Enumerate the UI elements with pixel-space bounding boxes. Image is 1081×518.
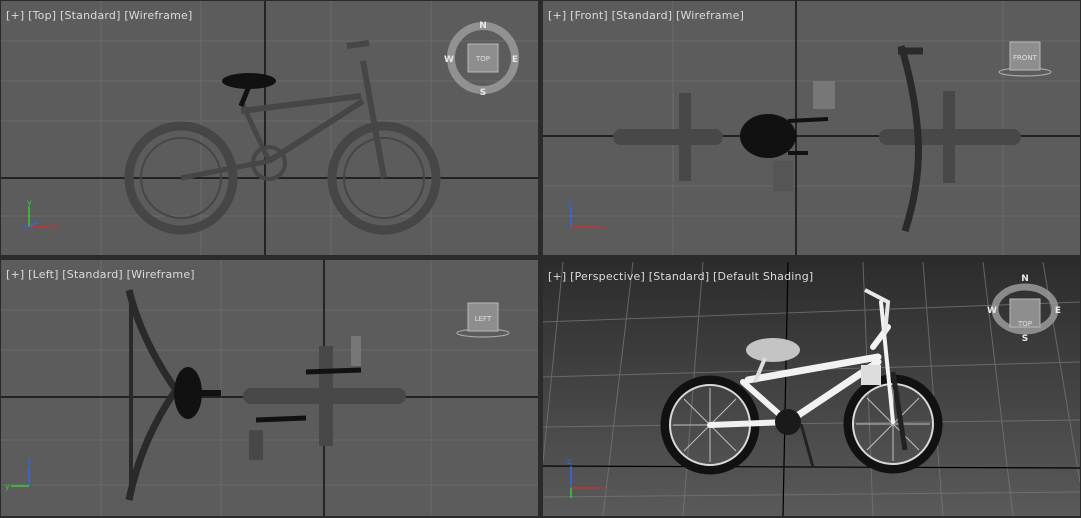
viewport-menu-front: [+] [Front] [Standard] [Wireframe] <box>548 9 744 22</box>
viewport-menu-top: [+] [Top] [Standard] [Wireframe] <box>6 9 192 22</box>
svg-text:z: z <box>567 457 571 466</box>
viewport-perspective-canvas[interactable]: TOP N S E W z x <box>543 262 1080 516</box>
svg-text:y: y <box>27 198 32 207</box>
viewport-left[interactable]: LEFT z y [+] [Left] [Standard] [Wirefram… <box>1 260 538 516</box>
viewport-perspective[interactable]: TOP N S E W z x [+] [Perspective] [Stand… <box>543 262 1080 516</box>
svg-text:S: S <box>1022 334 1028 344</box>
viewcube-top-face: TOP <box>1017 320 1032 328</box>
viewport-menu-perspective: [+] [Perspective] [Standard] [Default Sh… <box>548 270 813 283</box>
svg-text:z: z <box>23 223 27 232</box>
viewport-top-canvas[interactable]: TOP N S E W y z x <box>1 1 538 255</box>
viewport-standard-menu[interactable]: [Standard] <box>62 268 123 281</box>
svg-text:z: z <box>27 457 31 466</box>
svg-text:S: S <box>480 88 486 98</box>
svg-text:N: N <box>479 21 487 31</box>
viewcube-front-face: FRONT <box>1013 54 1038 62</box>
svg-text:N: N <box>1021 274 1029 284</box>
viewport-point-of-view-menu[interactable]: [Left] <box>28 268 58 281</box>
viewcube-left-face: LEFT <box>475 315 492 323</box>
viewport-point-of-view-menu[interactable]: [Top] <box>28 9 56 22</box>
svg-text:W: W <box>444 55 454 65</box>
viewport-shading-menu[interactable]: [Wireframe] <box>127 268 195 281</box>
viewport-shading-menu[interactable]: [Wireframe] <box>676 9 744 22</box>
viewport-plus-menu[interactable]: [+] <box>548 270 566 283</box>
svg-text:x: x <box>601 223 606 232</box>
viewport-point-of-view-menu[interactable]: [Front] <box>570 9 608 22</box>
viewport-plus-menu[interactable]: [+] <box>6 268 24 281</box>
svg-text:E: E <box>512 55 518 65</box>
svg-text:W: W <box>987 306 997 316</box>
viewport-point-of-view-menu[interactable]: [Perspective] <box>570 270 645 283</box>
viewport-front-canvas[interactable]: FRONT z x <box>543 1 1080 255</box>
svg-text:y: y <box>5 482 10 491</box>
viewport-shading-menu[interactable]: [Wireframe] <box>124 9 192 22</box>
viewcube-top-face: TOP <box>475 55 490 63</box>
viewport-menu-left: [+] [Left] [Standard] [Wireframe] <box>6 268 195 281</box>
viewport-front[interactable]: FRONT z x [+] [Front] [Standard] [Wirefr… <box>543 1 1080 255</box>
svg-text:E: E <box>1055 306 1061 316</box>
viewport-top[interactable]: TOP N S E W y z x [+] [Top] [Standard] [… <box>1 1 538 255</box>
viewport-standard-menu[interactable]: [Standard] <box>60 9 121 22</box>
viewport-standard-menu[interactable]: [Standard] <box>612 9 673 22</box>
svg-text:z: z <box>567 198 571 207</box>
svg-text:x: x <box>601 484 606 493</box>
svg-text:x: x <box>53 223 58 232</box>
viewport-shading-menu[interactable]: [Default Shading] <box>713 270 813 283</box>
viewport-left-canvas[interactable]: LEFT z y <box>1 260 538 516</box>
viewport-plus-menu[interactable]: [+] <box>6 9 24 22</box>
viewport-standard-menu[interactable]: [Standard] <box>649 270 710 283</box>
viewport-plus-menu[interactable]: [+] <box>548 9 566 22</box>
